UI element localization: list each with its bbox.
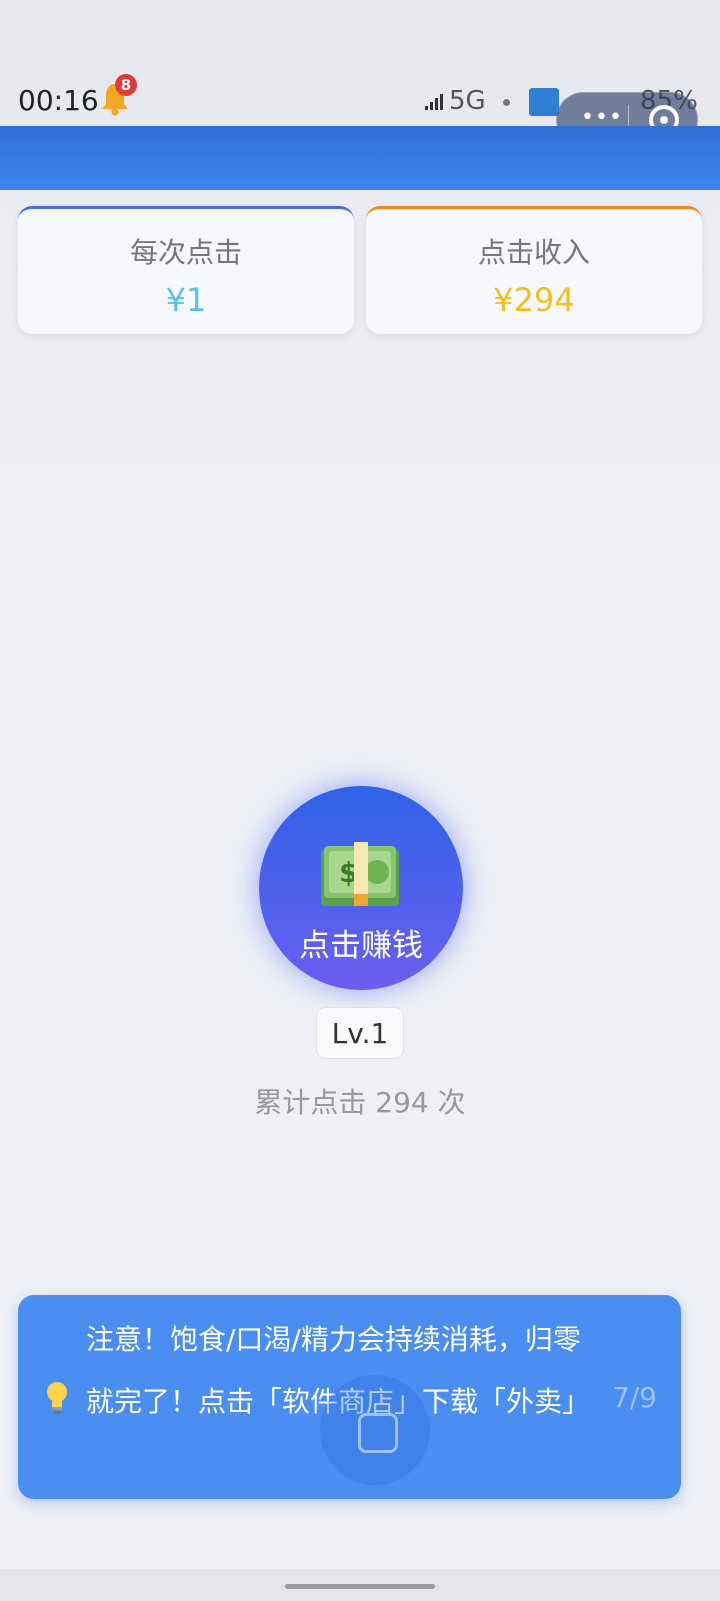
system-nav-bar	[0, 1569, 720, 1601]
network-type: 5G	[449, 86, 486, 116]
total-clicks: 累计点击 294 次	[254, 1086, 466, 1119]
earn-money-button[interactable]: $ 点击赚钱	[259, 786, 463, 990]
income-card: 点击收入 ¥294	[366, 206, 702, 334]
level-badge: Lv.1	[316, 1007, 404, 1059]
income-label: 点击收入	[477, 236, 590, 269]
tip-page-indicator: 7/9	[611, 1381, 657, 1414]
status-time: 00:16	[18, 84, 99, 117]
separator-dot	[503, 99, 510, 106]
per-click-card: 每次点击 ¥1	[18, 206, 354, 334]
earn-button-label: 点击赚钱	[299, 928, 423, 964]
income-value: ¥294	[493, 281, 575, 319]
lightbulb-icon	[47, 1382, 67, 1414]
wifi-icon	[529, 88, 559, 116]
per-click-label: 每次点击	[129, 236, 242, 269]
money-bill-icon: $	[321, 842, 399, 906]
notification-badge: 8	[115, 74, 137, 96]
app-header	[0, 126, 720, 190]
per-click-value: ¥1	[165, 281, 207, 319]
home-indicator[interactable]	[285, 1584, 435, 1589]
floating-assistive-button[interactable]	[320, 1375, 430, 1485]
signal-icon	[425, 94, 443, 110]
